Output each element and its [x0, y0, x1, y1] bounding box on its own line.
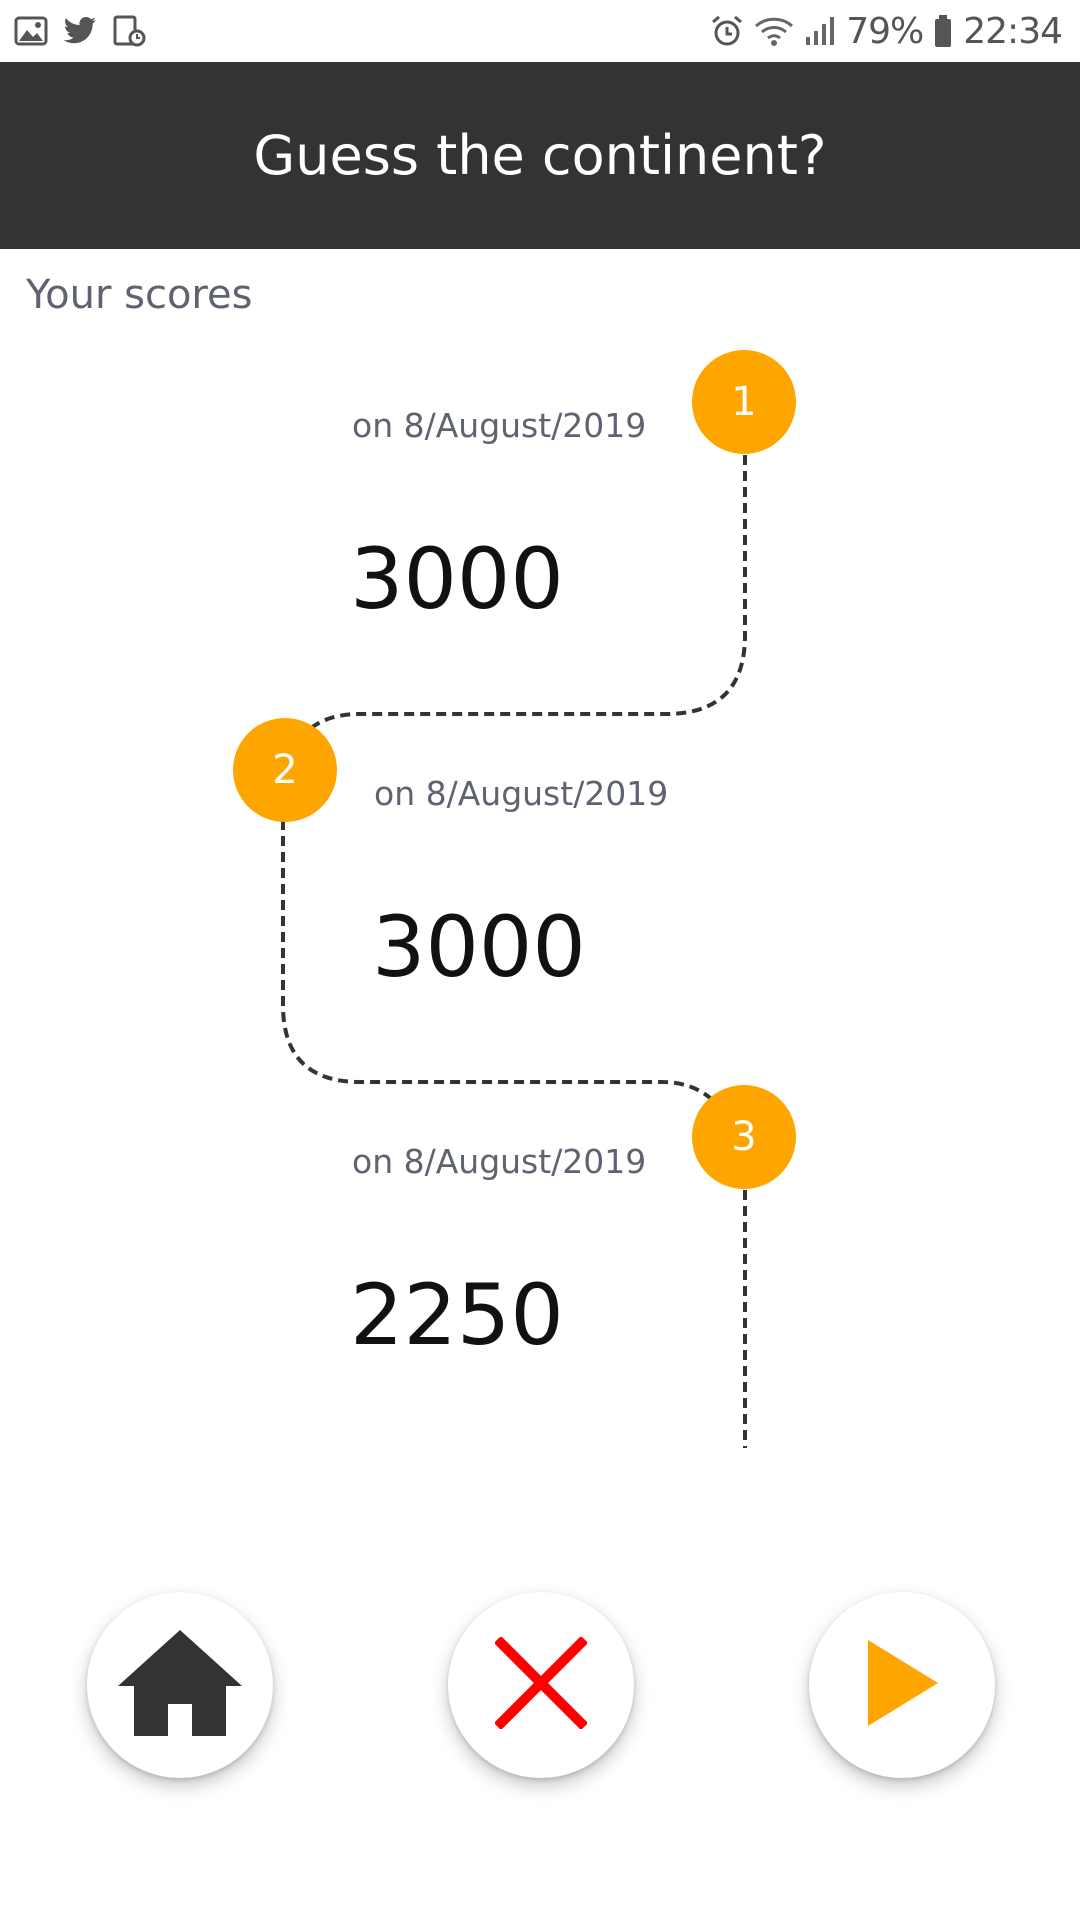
home-button[interactable]	[87, 1592, 273, 1778]
gallery-icon	[14, 16, 48, 46]
play-button[interactable]	[809, 1592, 995, 1778]
signal-icon	[804, 15, 836, 47]
twitter-icon	[62, 16, 98, 46]
score-value: 3000	[350, 530, 564, 628]
wifi-icon	[754, 14, 794, 48]
score-value: 2250	[350, 1266, 564, 1364]
battery-icon	[933, 14, 953, 48]
app-title: Guess the continent?	[253, 124, 827, 187]
screenshot-icon	[112, 15, 146, 47]
score-date: on 8/August/2019	[352, 1142, 647, 1181]
play-icon	[862, 1638, 942, 1733]
alarm-icon	[710, 14, 744, 48]
rank-badge: 2	[233, 718, 337, 822]
score-date: on 8/August/2019	[374, 774, 669, 813]
section-title: Your scores	[26, 272, 253, 318]
home-icon	[116, 1628, 244, 1743]
score-date: on 8/August/2019	[352, 406, 647, 445]
clock-time: 22:34	[963, 10, 1063, 52]
close-icon	[493, 1635, 589, 1734]
rank-badge: 3	[692, 1085, 796, 1189]
close-button[interactable]	[448, 1592, 634, 1778]
app-bar: Guess the continent?	[0, 62, 1080, 249]
score-value: 3000	[372, 898, 586, 996]
rank-badge: 1	[692, 350, 796, 454]
status-bar: 79% 22:34	[0, 0, 1080, 62]
battery-percent: 79%	[846, 10, 924, 52]
